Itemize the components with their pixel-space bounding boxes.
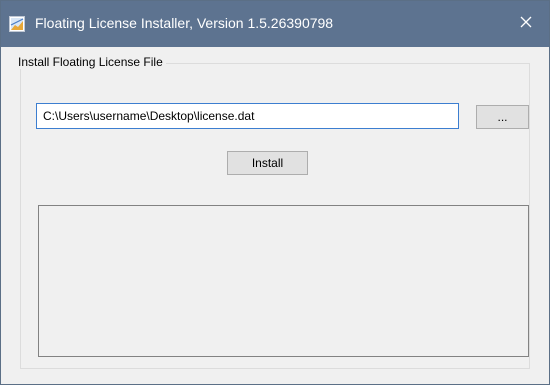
license-path-input[interactable]	[36, 103, 459, 129]
group-title: Install Floating License File	[15, 55, 166, 69]
close-icon[interactable]	[520, 15, 532, 33]
window-title: Floating License Installer, Version 1.5.…	[35, 15, 334, 31]
title-bar[interactable]: Floating License Installer, Version 1.5.…	[1, 1, 549, 47]
installer-window: Floating License Installer, Version 1.5.…	[0, 0, 550, 385]
browse-button[interactable]: ...	[476, 105, 529, 129]
installer-app-icon	[9, 16, 25, 32]
output-log[interactable]	[38, 205, 529, 357]
close-button[interactable]	[503, 1, 549, 47]
install-button[interactable]: Install	[227, 151, 308, 175]
